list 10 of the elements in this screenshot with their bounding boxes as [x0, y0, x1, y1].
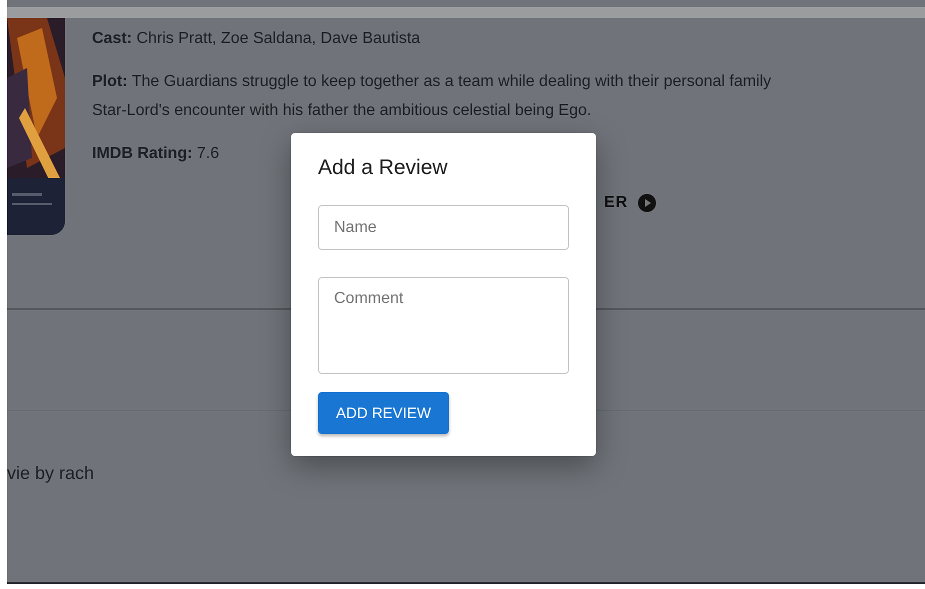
name-field[interactable]: Name	[318, 205, 569, 250]
trailer-link[interactable]: ER	[604, 194, 628, 212]
dialog-title: Add a Review	[318, 155, 449, 181]
rating-text: IMDB Rating: 7.6	[92, 144, 220, 164]
cast-text: Cast: Chris Pratt, Zoe Saldana, Dave Bautista	[92, 29, 420, 49]
add-review-button[interactable]: ADD REVIEW	[318, 392, 450, 434]
play-icon	[638, 194, 656, 212]
comment-field[interactable]: Comment	[318, 277, 569, 374]
plot-text: Plot: The Guardians struggle to keep together as a team while dealing with their personal family Star-Lord's encounter with his father the ambitious celestial being Ego.	[92, 72, 772, 121]
review-text: vie by rach	[7, 463, 96, 484]
